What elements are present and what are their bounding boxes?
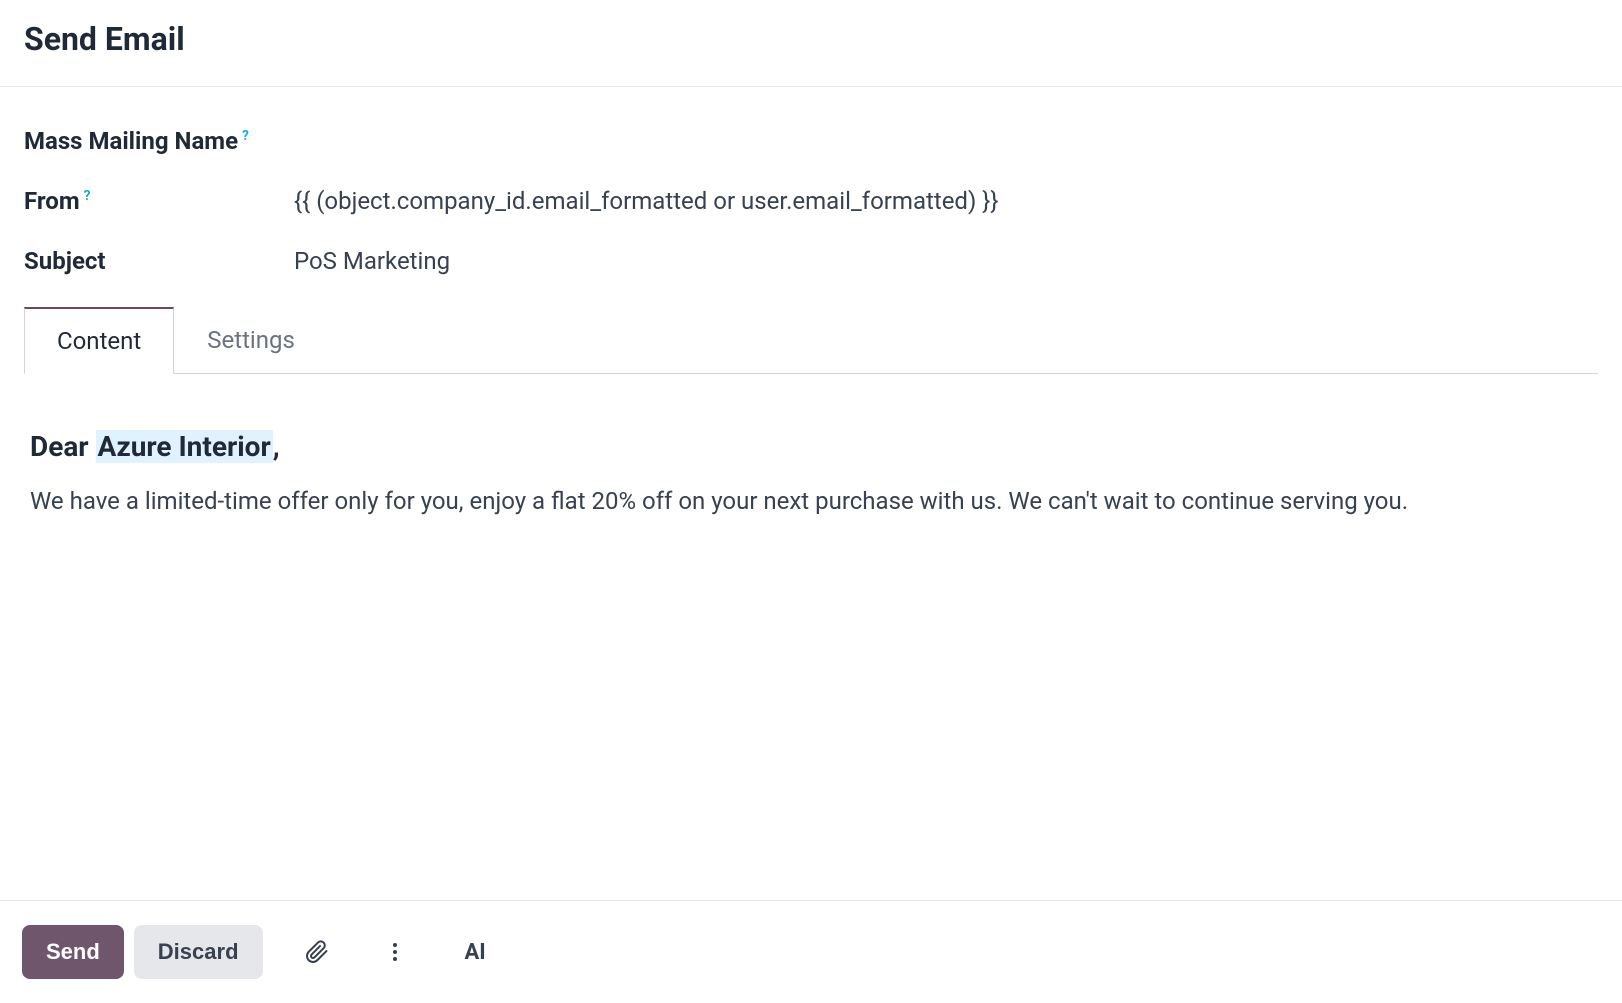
send-button[interactable]: Send	[22, 925, 124, 979]
row-mass-mailing: Mass Mailing Name?	[24, 127, 1598, 155]
kebab-menu-icon	[383, 940, 407, 964]
tab-content[interactable]: Content	[24, 307, 174, 374]
label-subject-text: Subject	[24, 247, 106, 275]
dialog-footer: Send Discard AI	[0, 900, 1622, 1003]
tabs: Content Settings	[24, 307, 1598, 374]
email-body-editor[interactable]: Dear Azure Interior, We have a limited-t…	[0, 394, 1622, 555]
label-mass-mailing-text: Mass Mailing Name	[24, 127, 238, 155]
label-subject: Subject	[24, 247, 294, 275]
greeting-recipient: Azure Interior	[96, 430, 273, 463]
form-area: Mass Mailing Name? From? {{ (object.comp…	[0, 87, 1622, 394]
attachment-button[interactable]	[293, 928, 341, 976]
body-paragraph: We have a limited-time offer only for yo…	[30, 483, 1592, 519]
dialog-header: Send Email	[0, 0, 1622, 87]
ai-button[interactable]: AI	[449, 940, 502, 965]
discard-button[interactable]: Discard	[134, 925, 263, 979]
label-mass-mailing: Mass Mailing Name?	[24, 127, 294, 155]
paperclip-icon	[305, 940, 329, 964]
value-subject[interactable]: PoS Marketing	[294, 247, 1598, 275]
greeting-prefix: Dear	[30, 430, 96, 463]
more-options-button[interactable]	[371, 928, 419, 976]
greeting-line: Dear Azure Interior,	[30, 430, 1592, 463]
row-from: From? {{ (object.company_id.email_format…	[24, 187, 1598, 215]
tab-settings[interactable]: Settings	[174, 307, 328, 373]
row-subject: Subject PoS Marketing	[24, 247, 1598, 275]
help-icon[interactable]: ?	[242, 128, 249, 144]
value-from[interactable]: {{ (object.company_id.email_formatted or…	[294, 187, 1598, 215]
label-from: From?	[24, 187, 294, 215]
greeting-suffix: ,	[273, 430, 280, 463]
dialog-title: Send Email	[24, 20, 1598, 58]
label-from-text: From	[24, 187, 80, 215]
help-icon[interactable]: ?	[84, 188, 91, 204]
